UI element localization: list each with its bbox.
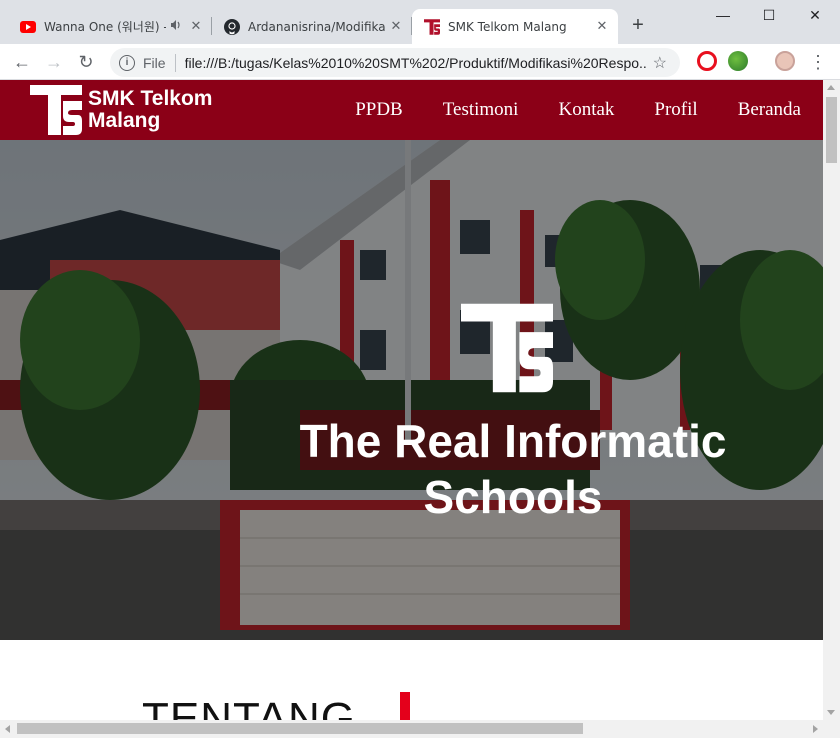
reload-button[interactable]: ↻ <box>72 48 100 76</box>
close-tab-icon[interactable]: ✕ <box>186 17 206 37</box>
nav-link-profil[interactable]: Profil <box>654 99 697 121</box>
profile-avatar[interactable] <box>775 51 795 71</box>
heading-accent-bar <box>400 692 410 720</box>
horizontal-scrollbar[interactable] <box>0 720 840 738</box>
hero-title-line-1: The Real Informatic <box>299 415 727 467</box>
close-tab-icon[interactable]: ✕ <box>386 17 406 37</box>
tab-github[interactable]: Ardananisrina/ModifikasiR ✕ <box>212 9 412 44</box>
github-icon <box>224 18 240 35</box>
speaker-icon[interactable] <box>170 19 182 34</box>
nav-link-testimoni[interactable]: Testimoni <box>443 99 519 121</box>
scroll-up-arrow-icon[interactable] <box>827 85 835 90</box>
nav-link-kontak[interactable]: Kontak <box>558 99 614 121</box>
youtube-icon <box>20 19 36 35</box>
brand-line-1: SMK Telkom <box>88 87 213 110</box>
tab-strip: Wanna One (워너원) - ✕ Ardananisrina/Modifi… <box>0 0 840 44</box>
scroll-right-arrow-icon[interactable] <box>813 725 818 733</box>
new-tab-button[interactable]: + <box>627 14 649 36</box>
scheme-label: File <box>143 54 166 71</box>
bookmark-star-icon[interactable]: ☆ <box>653 53 667 73</box>
scroll-left-arrow-icon[interactable] <box>5 725 10 733</box>
page-viewport: SMK Telkom Malang PPDB Testimoni Kontak … <box>0 80 823 720</box>
site-navbar: SMK Telkom Malang PPDB Testimoni Kontak … <box>0 80 823 140</box>
scroll-down-arrow-icon[interactable] <box>827 710 835 715</box>
main-menu: PPDB Testimoni Kontak Profil Beranda <box>315 80 801 140</box>
address-bar[interactable]: i File file:///B:/tugas/Kelas%2010%20SMT… <box>110 48 680 77</box>
opera-extension-icon[interactable] <box>697 51 717 71</box>
vertical-scrollbar[interactable] <box>823 80 840 720</box>
hero-section: The Real Informatic Schools <box>0 140 823 640</box>
hero-overlay <box>0 140 823 640</box>
site-logo[interactable]: SMK Telkom Malang <box>30 85 212 135</box>
divider <box>174 53 176 72</box>
tab-youtube[interactable]: Wanna One (워너원) - ✕ <box>8 9 212 44</box>
tab-title: Ardananisrina/ModifikasiR <box>248 19 386 34</box>
vertical-scroll-thumb[interactable] <box>826 97 837 163</box>
tab-smk-telkom[interactable]: SMK Telkom Malang ✕ <box>412 9 618 44</box>
tab-title: SMK Telkom Malang <box>448 19 567 34</box>
about-heading: TENTANG <box>142 694 356 720</box>
tab-title: Wanna One (워너원) - <box>44 20 166 34</box>
close-window-button[interactable]: ✕ <box>792 0 838 30</box>
about-section: TENTANG <box>0 640 823 720</box>
maximize-button[interactable]: ☐ <box>746 0 792 30</box>
browser-toolbar: ← → ↻ i File file:///B:/tugas/Kelas%2010… <box>0 44 840 80</box>
extension-icon[interactable] <box>728 51 748 71</box>
info-icon[interactable]: i <box>119 54 135 71</box>
minimize-button[interactable]: — <box>700 0 746 30</box>
ts-logo-icon <box>30 85 82 135</box>
horizontal-scroll-thumb[interactable] <box>17 723 583 734</box>
chrome-menu-icon[interactable]: ⋮ <box>804 48 832 76</box>
url-text[interactable]: file:///B:/tugas/Kelas%2010%20SMT%202/Pr… <box>185 55 647 71</box>
nav-link-ppdb[interactable]: PPDB <box>355 99 403 121</box>
ts-logo-icon <box>461 303 553 393</box>
hero-title-line-2: Schools <box>423 471 603 523</box>
back-button[interactable]: ← <box>8 48 36 76</box>
close-tab-icon[interactable]: ✕ <box>592 17 612 37</box>
forward-button[interactable]: → <box>40 48 68 76</box>
brand-name: SMK Telkom Malang <box>88 88 212 132</box>
ts-logo-icon <box>424 18 440 35</box>
brand-line-2: Malang <box>88 109 161 132</box>
hero-title: The Real Informatic Schools <box>200 413 823 525</box>
nav-link-beranda[interactable]: Beranda <box>738 99 801 121</box>
